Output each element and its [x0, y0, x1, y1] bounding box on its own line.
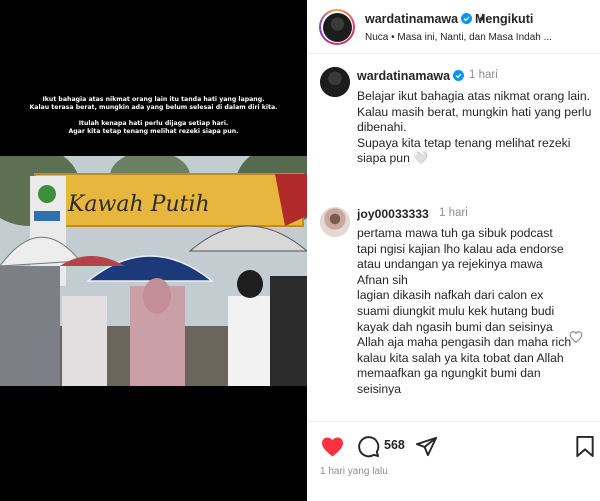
caption-username-text[interactable]: wardatinamawa [357, 69, 450, 83]
gate-sign-text: Kawah Putih [67, 192, 210, 217]
comment-count: 568 [384, 438, 405, 452]
comment-paragraph: pertama mawa tuh ga sibuk podcast tapi n… [357, 226, 564, 287]
caption-username[interactable]: wardatinamawa [357, 69, 465, 83]
overlay-line: Agar kita tetap tenang melihat rezeki si… [68, 128, 239, 135]
post-time-ago[interactable]: 1 hari yang lalu [320, 466, 388, 477]
post-media[interactable]: Ikut bahagia atas nikmat orang lain itu … [0, 0, 307, 501]
post-header: wardatinamawa • Mengikuti Nuca • Masa in… [307, 0, 600, 54]
liked-heart-icon[interactable] [320, 435, 345, 459]
caption-line: Kalau masih berat, mungkin hati yang per… [357, 104, 592, 135]
comment-paragraph: lagian dikasih nafkah dari calon ex suam… [357, 288, 555, 334]
comments-scroll-area[interactable]: wardatinamawa 1 hari Belajar ikut bahagi… [307, 55, 600, 420]
media-overlay-text: Ikut bahagia atas nikmat orang lain itu … [0, 96, 307, 136]
comment-time[interactable]: 1 hari [439, 207, 468, 219]
comment-paragraph: Allah aja maha pengasih dan maha rich ka… [357, 335, 572, 396]
post-sidebar: wardatinamawa • Mengikuti Nuca • Masa in… [307, 0, 600, 501]
caption-avatar[interactable] [320, 67, 350, 97]
overlay-line: Ikut bahagia atas nikmat orang lain itu … [42, 96, 265, 103]
share-icon[interactable] [415, 435, 438, 458]
caption-time[interactable]: 1 hari [469, 69, 498, 81]
following-button[interactable]: Mengikuti [475, 12, 533, 26]
save-bookmark-icon[interactable] [575, 435, 595, 458]
caption-text: Belajar ikut bahagia atas nikmat orang l… [357, 89, 592, 167]
comment-icon[interactable] [357, 435, 380, 458]
author-username-text[interactable]: wardatinamawa [365, 12, 458, 26]
overlay-line: Itulah kenapa hati perlu dijaga setiap h… [78, 120, 229, 127]
author-username[interactable]: wardatinamawa • [365, 12, 484, 26]
caption-line: Belajar ikut bahagia atas nikmat orang l… [357, 89, 591, 103]
author-avatar[interactable] [319, 9, 355, 45]
overlay-line: Kalau terasa berat, mungkin ada yang bel… [29, 104, 278, 111]
comment-text: pertama mawa tuh ga sibuk podcast tapi n… [357, 226, 572, 398]
photo-scene: Kawah Putih [0, 156, 307, 386]
post-photo: Kawah Putih [0, 156, 307, 386]
commenter-username[interactable]: joy00033333 [357, 207, 429, 221]
verified-badge-icon [461, 13, 473, 24]
verified-badge-icon [453, 70, 465, 81]
caption-line: Supaya kita tetap tenang melihat rezeki … [357, 135, 571, 166]
post-actions-bar: 568 1 hari yang lalu [307, 421, 600, 501]
comment-like-heart-icon[interactable] [569, 330, 583, 344]
commenter-avatar[interactable] [320, 207, 350, 237]
audio-track-link[interactable]: Nuca • Masa ini, Nanti, dan Masa Indah .… [365, 32, 552, 43]
